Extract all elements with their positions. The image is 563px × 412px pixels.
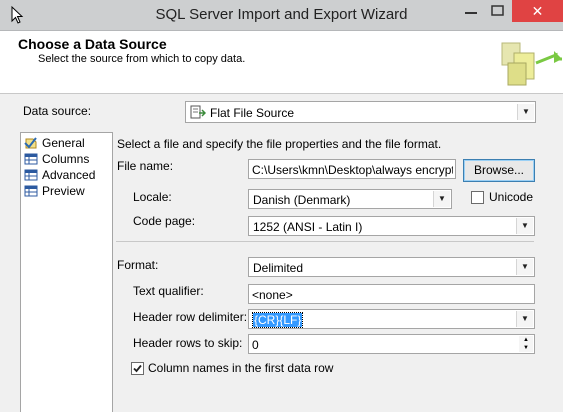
file-name-value: C:\Users\kmn\Desktop\always encrypted. xyxy=(252,163,453,177)
nav-item-columns[interactable]: Columns xyxy=(24,152,89,168)
locale-value: Danish (Denmark) xyxy=(253,193,351,207)
locale-select[interactable]: Danish (Denmark) ▼ xyxy=(248,189,452,209)
title-bar: SQL Server Import and Export Wizard ✕ xyxy=(0,0,563,31)
code-page-select[interactable]: 1252 (ANSI - Latin I) ▼ xyxy=(248,216,535,236)
column-names-label: Column names in the first data row xyxy=(148,361,334,375)
file-name-input[interactable]: C:\Users\kmn\Desktop\always encrypted. xyxy=(248,159,456,179)
text-qualifier-input[interactable]: <none> xyxy=(248,284,535,304)
code-page-label: Code page: xyxy=(133,214,196,228)
unicode-label: Unicode xyxy=(489,190,534,204)
text-qualifier-value: <none> xyxy=(252,288,293,302)
format-label: Format: xyxy=(117,258,159,272)
data-source-value: Flat File Source xyxy=(210,106,295,120)
code-page-value: 1252 (ANSI - Latin I) xyxy=(253,220,363,234)
grid-icon xyxy=(24,185,38,197)
header-rows-skip-label: Header rows to skip: xyxy=(133,336,243,350)
chevron-down-icon[interactable]: ▼ xyxy=(516,259,533,275)
column-names-checkbox[interactable] xyxy=(131,362,144,375)
flat-file-icon xyxy=(190,105,206,119)
spinner-icon[interactable]: ▲ ▼ xyxy=(519,336,533,352)
chevron-down-icon[interactable]: ▼ xyxy=(516,218,533,234)
header-rows-skip-stepper[interactable]: 0 ▲ ▼ xyxy=(248,334,535,354)
nav-item-label: Preview xyxy=(42,184,85,198)
page-subtitle: Select the source from which to copy dat… xyxy=(38,53,246,65)
section-divider xyxy=(116,241,534,242)
header-row-delimiter-select[interactable]: {CR}{LF} ▼ xyxy=(248,309,535,329)
data-source-label: Data source: xyxy=(23,104,92,118)
nav-item-general[interactable]: General xyxy=(24,136,85,152)
page-title: Choose a Data Source xyxy=(18,36,167,52)
maximize-button[interactable] xyxy=(484,0,512,22)
header-row-delimiter-label: Header row delimiter: xyxy=(133,310,248,324)
checkmark-icon xyxy=(133,364,142,373)
format-value: Delimited xyxy=(253,261,304,275)
nav-item-label: Advanced xyxy=(42,168,96,182)
navigation-panel: General Columns Advanced Preview xyxy=(20,132,113,412)
close-button[interactable]: ✕ xyxy=(512,0,563,22)
chevron-down-icon[interactable]: ▼ xyxy=(516,311,533,327)
text-qualifier-label: Text qualifier: xyxy=(133,284,204,298)
grid-icon xyxy=(24,153,38,165)
grid-icon xyxy=(24,169,38,181)
locale-label: Locale: xyxy=(133,190,172,204)
wizard-icon xyxy=(501,42,562,86)
nav-item-label: Columns xyxy=(42,152,90,166)
header-row-delimiter-value: {CR}{LF} xyxy=(251,312,304,328)
header-rows-skip-value: 0 xyxy=(252,338,259,352)
data-source-select[interactable]: Flat File Source ▼ xyxy=(185,101,536,123)
nav-item-label: General xyxy=(42,136,85,150)
nav-item-preview[interactable]: Preview xyxy=(24,184,85,200)
chevron-down-icon[interactable]: ▼ xyxy=(517,104,534,120)
general-icon xyxy=(24,137,37,149)
instruction-text: Select a file and specify the file prope… xyxy=(117,137,442,151)
chevron-down-icon[interactable]: ▼ xyxy=(433,191,450,207)
unicode-checkbox[interactable] xyxy=(471,191,484,204)
wizard-header: Choose a Data Source Select the source f… xyxy=(0,31,563,94)
file-name-label: File name: xyxy=(117,159,174,173)
nav-item-advanced[interactable]: Advanced xyxy=(24,168,95,184)
browse-button[interactable]: Browse... xyxy=(463,159,535,182)
format-select[interactable]: Delimited ▼ xyxy=(248,257,535,277)
